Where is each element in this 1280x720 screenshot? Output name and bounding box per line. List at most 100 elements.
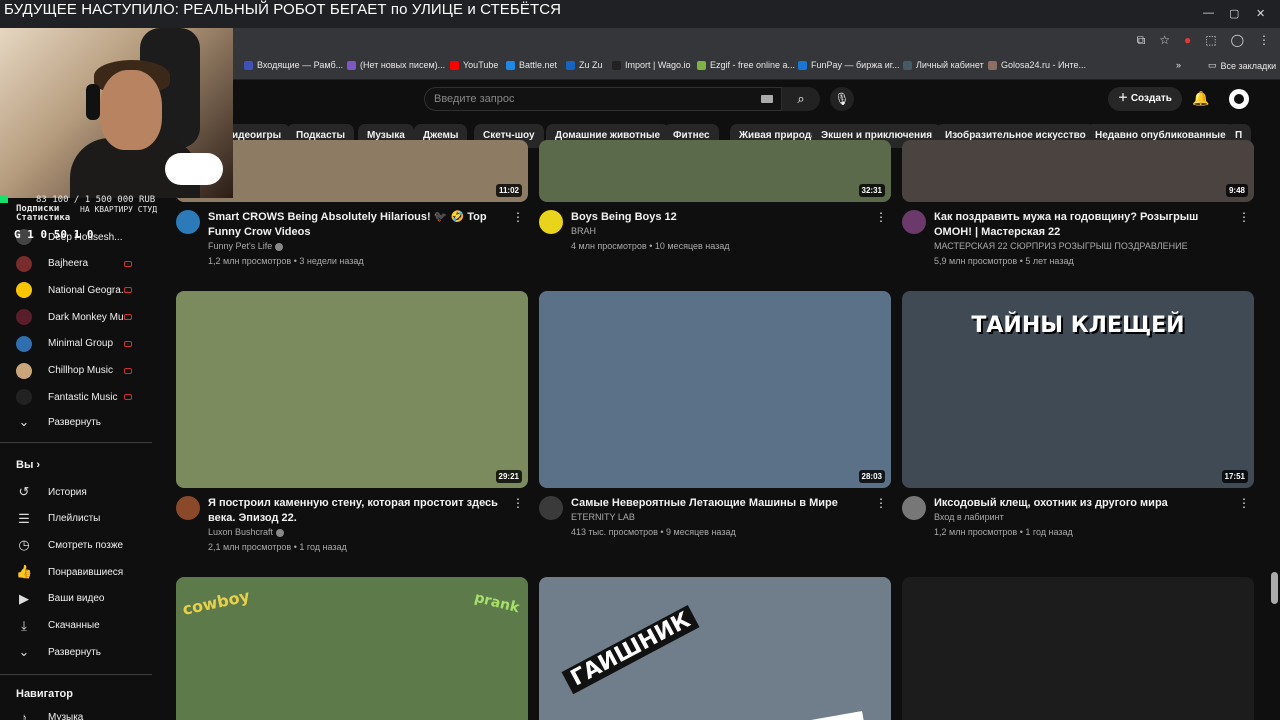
- bookmark-item[interactable]: (Нет новых писем)...: [347, 60, 445, 70]
- video-duration-badge: 29:21: [495, 470, 522, 483]
- bookmark-item[interactable]: Входящие — Рамб...: [244, 60, 343, 70]
- sidebar-you-item[interactable]: ▶ Ваши видео: [16, 588, 104, 610]
- sidebar-you-item[interactable]: ☰ Плейлисты: [16, 508, 100, 530]
- bookmark-favicon-icon: [244, 60, 253, 70]
- close-icon[interactable]: ✕: [1256, 7, 1265, 20]
- channel-avatar[interactable]: [176, 496, 200, 520]
- video-duration-badge: 32:31: [858, 184, 885, 197]
- page-scrollbar[interactable]: [1271, 572, 1278, 604]
- bookmark-item[interactable]: Golosa24.ru - Инте...: [988, 60, 1086, 70]
- video-thumbnail[interactable]: ГАИШНИК ился: [539, 577, 891, 720]
- video-channel[interactable]: ETERNITY LAB: [571, 512, 635, 522]
- channel-avatar[interactable]: [539, 496, 563, 520]
- video-thumbnail[interactable]: 9:48: [902, 140, 1254, 202]
- more-actions-icon[interactable]: ⋮: [875, 496, 887, 510]
- plus-icon: ＋: [1118, 93, 1129, 104]
- channel-avatar[interactable]: [902, 210, 926, 234]
- sidebar-expand-subscriptions[interactable]: ⌄ Развернуть: [16, 411, 101, 433]
- menu-icon[interactable]: ⋮: [1258, 33, 1270, 48]
- video-title[interactable]: Boys Being Boys 12: [571, 210, 871, 225]
- sidebar-subscription-label: Bajheera: [48, 258, 89, 270]
- sidebar-you-item[interactable]: 👍 Понравившиеся: [16, 561, 123, 583]
- extension-icon-red[interactable]: ●: [1184, 33, 1191, 48]
- sidebar-subscription[interactable]: Bajheera: [16, 253, 88, 275]
- video-channel[interactable]: Funny Pet's Life: [208, 241, 284, 251]
- account-avatar[interactable]: [1229, 89, 1249, 109]
- video-thumbnail[interactable]: 32:31: [539, 140, 891, 202]
- keyboard-icon[interactable]: [761, 95, 773, 103]
- bookmark-favicon-icon: [506, 60, 515, 70]
- bookmark-item[interactable]: Zu Zu: [566, 60, 603, 70]
- more-actions-icon[interactable]: ⋮: [512, 210, 524, 224]
- video-thumbnail[interactable]: 28:03: [539, 291, 891, 488]
- video-thumbnail[interactable]: [902, 577, 1254, 720]
- video-meta: 5,9 млн просмотров • 5 лет назад: [934, 256, 1074, 266]
- video-channel[interactable]: МАСТЕРСКАЯ 22 СЮРПРИЗ РОЗЫГРЫШ ПОЗДРАВЛЕ…: [934, 241, 1188, 251]
- video-channel[interactable]: Вход в лабиринт: [934, 512, 1004, 522]
- star-icon[interactable]: ☆: [1159, 33, 1170, 48]
- sidebar-you-item-label: Развернуть: [48, 646, 102, 658]
- thumbnail-overlay-text: ТАЙНЫ КЛЕЩЕЙ: [971, 313, 1185, 338]
- channel-avatar[interactable]: [539, 210, 563, 234]
- more-actions-icon[interactable]: ⋮: [512, 496, 524, 510]
- sidebar-subscription[interactable]: Dark Monkey Mu...: [16, 306, 132, 328]
- video-meta: 1,2 млн просмотров • 1 год назад: [934, 527, 1073, 537]
- video-title[interactable]: Как поздравить мужа на годовщину? Розыгр…: [934, 210, 1234, 240]
- channel-avatar[interactable]: [176, 210, 200, 234]
- bookmark-item[interactable]: Личный кабинет: [903, 60, 984, 70]
- sidebar-you-item[interactable]: ⤓ Скачанные: [16, 615, 100, 637]
- video-title[interactable]: Самые Невероятные Летающие Машины в Мире: [571, 496, 871, 511]
- video-meta: 1,2 млн просмотров • 3 недели назад: [208, 256, 364, 266]
- extensions-icon[interactable]: ⬚: [1205, 33, 1216, 48]
- video-channel[interactable]: BRAH: [571, 226, 596, 236]
- bookmark-item[interactable]: FunPay — биржа иг...: [798, 60, 899, 70]
- channel-avatar[interactable]: [902, 496, 926, 520]
- sidebar-subscription[interactable]: Chillhop Music: [16, 360, 113, 382]
- all-bookmarks[interactable]: ▭ Все закладки: [1208, 60, 1276, 71]
- video-title[interactable]: Я построил каменную стену, которая прост…: [208, 496, 508, 526]
- bookmark-favicon-icon: [450, 60, 459, 70]
- video-channel[interactable]: Luxon Bushcraft: [208, 527, 285, 537]
- create-button[interactable]: ＋ Создать: [1108, 87, 1182, 111]
- bookmark-item[interactable]: YouTube: [450, 60, 498, 70]
- sidebar-subscription[interactable]: Fantastic Music: [16, 386, 117, 408]
- bookmark-item[interactable]: Import | Wago.io: [612, 60, 691, 70]
- more-actions-icon[interactable]: ⋮: [1238, 210, 1250, 224]
- profile-icon[interactable]: ◯: [1231, 33, 1244, 48]
- video-channel-name: BRAH: [571, 226, 597, 236]
- video-thumbnail[interactable]: ТАЙНЫ КЛЕЩЕЙ 17:51: [902, 291, 1254, 488]
- thumbnail-overlay-text: cowboy: [180, 586, 252, 619]
- voice-search-button[interactable]: 🎙: [830, 87, 854, 111]
- sidebar-you-item[interactable]: ◷ Смотреть позже: [16, 534, 123, 556]
- sidebar-you-item-label: История: [48, 486, 87, 498]
- more-actions-icon[interactable]: ⋮: [875, 210, 887, 224]
- video-thumbnail[interactable]: 29:21: [176, 291, 528, 488]
- more-actions-icon[interactable]: ⋮: [1238, 496, 1250, 510]
- sidebar-you-heading[interactable]: Вы ›: [16, 459, 40, 471]
- video-title[interactable]: Иксодовый клещ, охотник из другого мира: [934, 496, 1234, 511]
- bookmark-favicon-icon: [347, 60, 356, 70]
- sidebar-you-item[interactable]: ↺ История: [16, 481, 87, 503]
- bookmark-item[interactable]: Ezgif - free online a...: [697, 60, 795, 70]
- maximize-icon[interactable]: ▢: [1229, 7, 1239, 20]
- minimize-icon[interactable]: —: [1203, 7, 1214, 19]
- thumbnail-overlay-text: ГАИШНИК: [561, 604, 700, 695]
- bookmark-label: Golosa24.ru - Инте...: [1001, 60, 1086, 70]
- sidebar-subscription[interactable]: National Geogra...: [16, 279, 129, 301]
- live-indicator-icon: [124, 314, 132, 321]
- cast-icon[interactable]: ⧉: [1137, 33, 1146, 48]
- notifications-bell-icon[interactable]: 🔔: [1192, 90, 1209, 107]
- bookmarks-overflow-icon[interactable]: »: [1176, 60, 1181, 70]
- sidebar-you-item-label: Плейлисты: [48, 513, 101, 525]
- video-thumbnail[interactable]: cowboy prank: [176, 577, 528, 720]
- sidebar-subscription[interactable]: Minimal Group: [16, 333, 113, 355]
- video-channel-name: Вход в лабиринт: [934, 512, 1004, 522]
- sidebar-you-item[interactable]: ⌄ Развернуть: [16, 641, 101, 663]
- video-icon: ▶: [19, 590, 29, 606]
- search-button[interactable]: ⌕: [782, 87, 820, 111]
- chevron-down-icon: ⌄: [18, 414, 30, 429]
- bookmark-item[interactable]: Battle.net: [506, 60, 557, 70]
- sidebar-navigator-music[interactable]: ♪ Музыка: [16, 706, 84, 720]
- video-title[interactable]: Smart CROWS Being Absolutely Hilarious! …: [208, 210, 508, 240]
- search-input[interactable]: Введите запрос: [424, 87, 782, 111]
